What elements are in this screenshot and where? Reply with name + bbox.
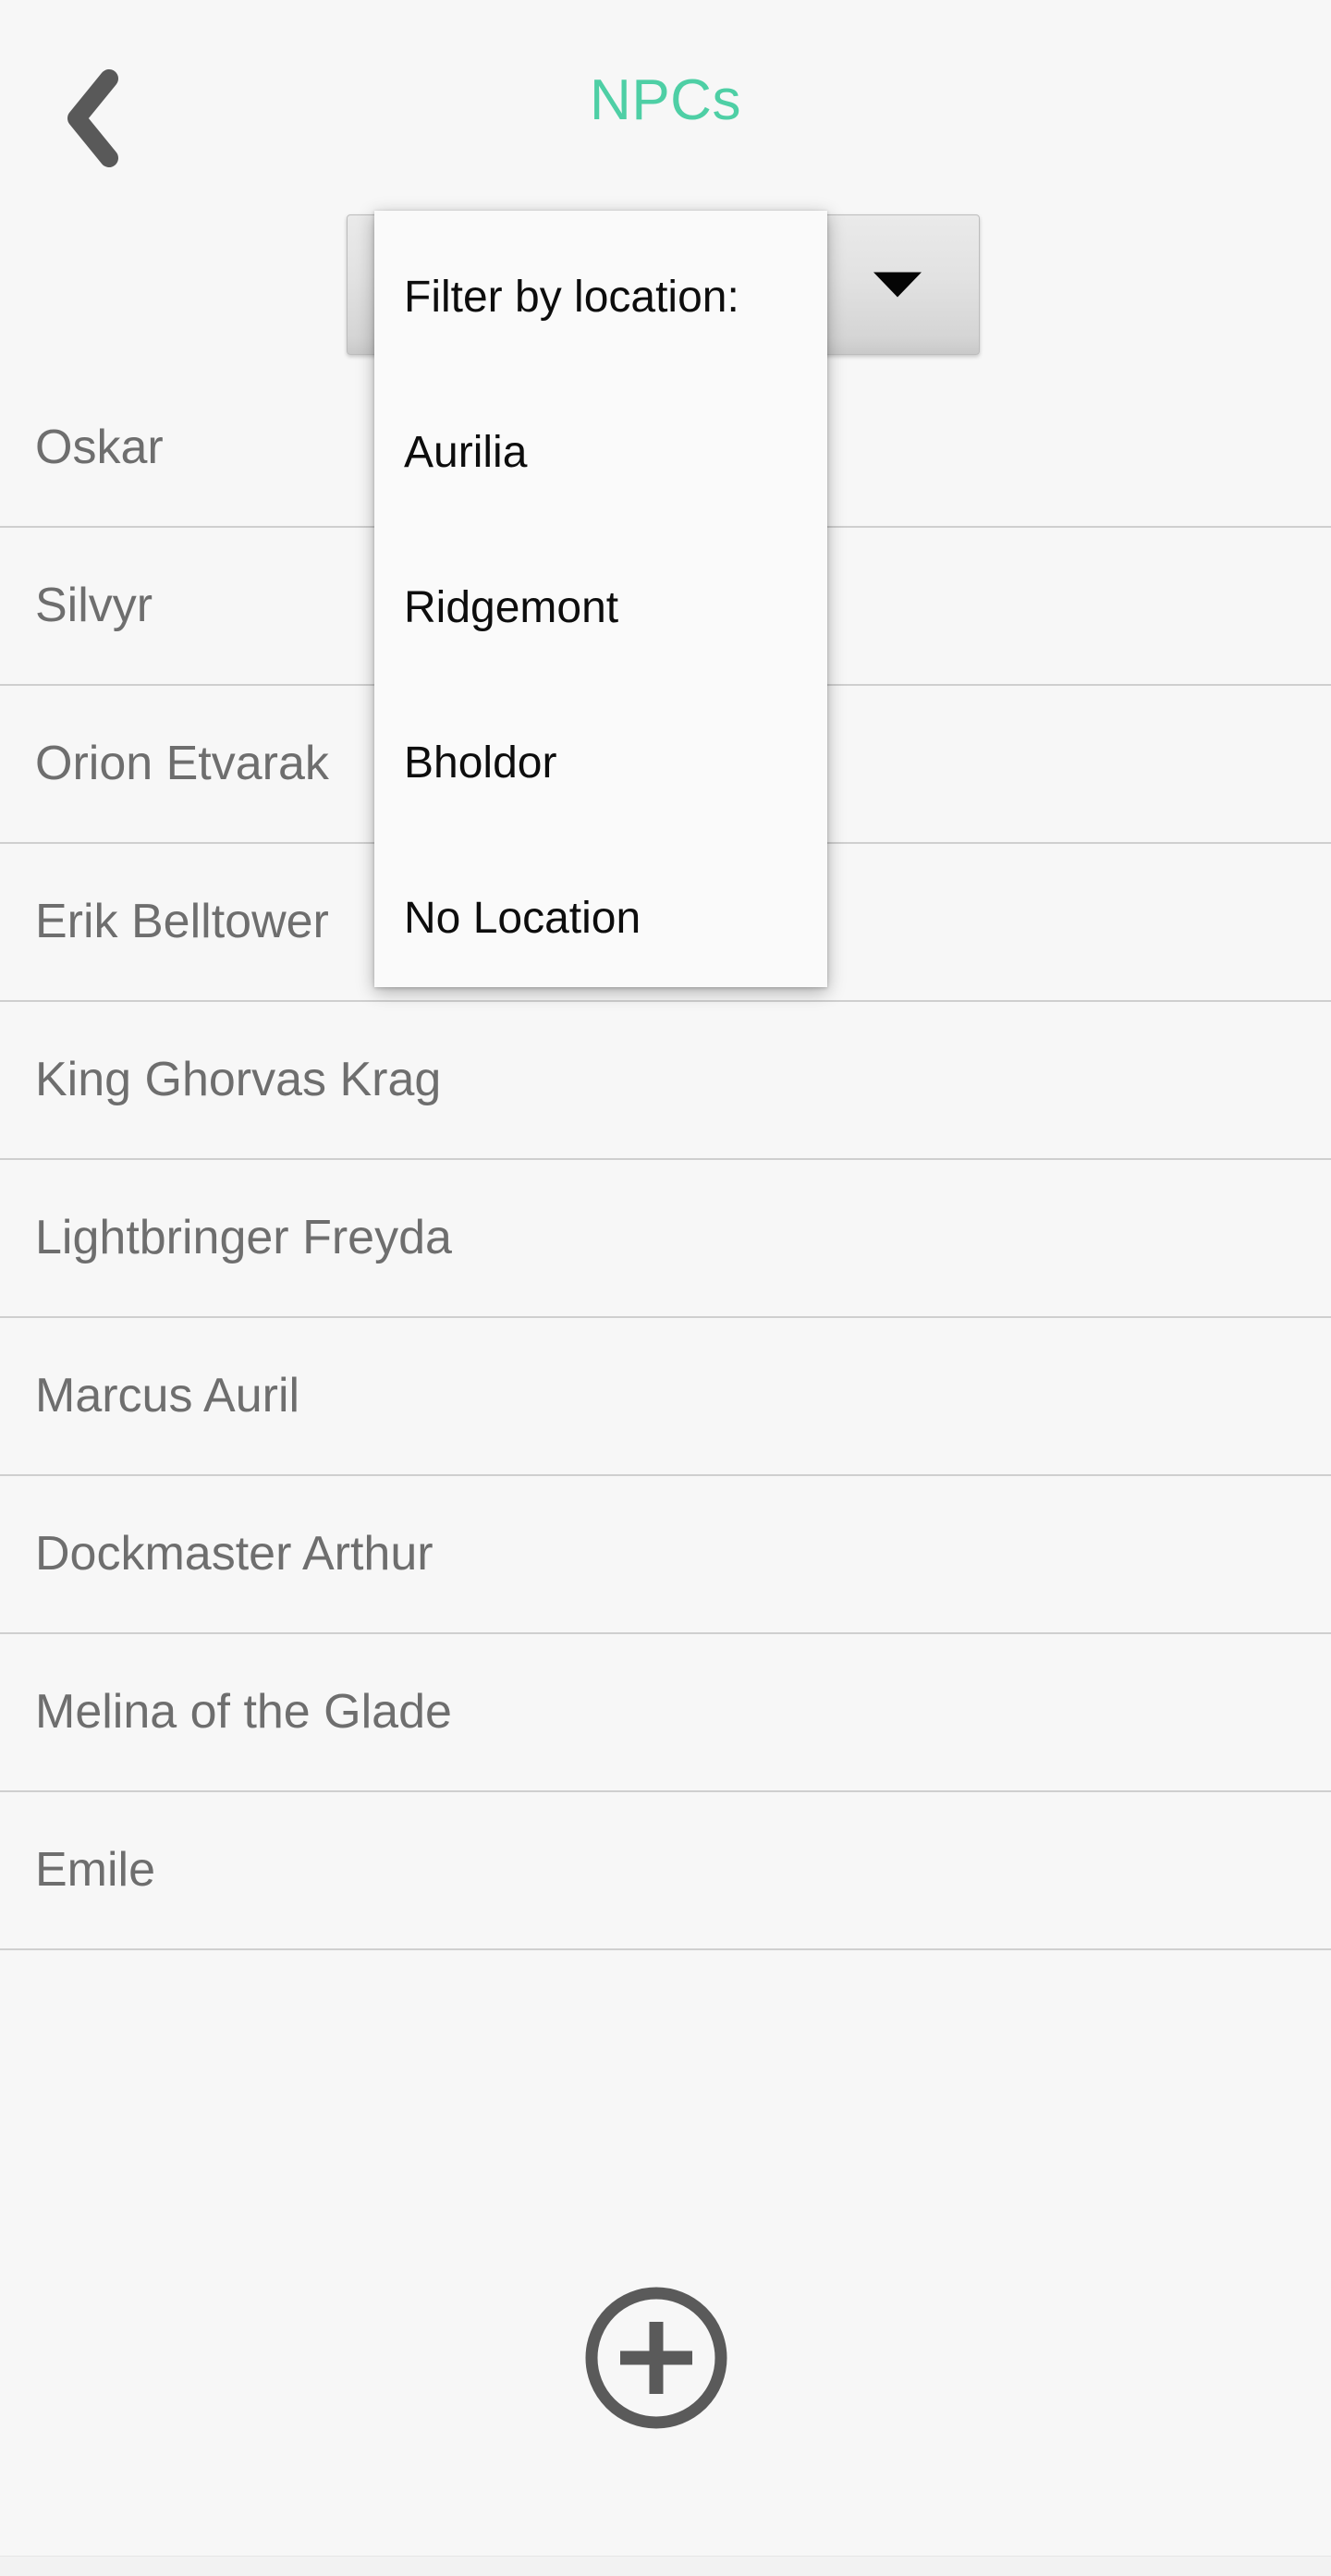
- npc-name: Silvyr: [35, 579, 153, 632]
- dropdown-option-label: Aurilia: [404, 427, 528, 477]
- dropdown-option-bholdor[interactable]: Bholdor: [374, 686, 827, 841]
- npc-name: Marcus Auril: [35, 1369, 300, 1422]
- npc-list-item[interactable]: Melina of the Glade: [0, 1634, 1331, 1792]
- dropdown-option-label: Ridgemont: [404, 582, 619, 632]
- npc-name: King Ghorvas Krag: [35, 1053, 442, 1106]
- dropdown-option-aurilia[interactable]: Aurilia: [374, 375, 827, 531]
- dropdown-option-no-location[interactable]: No Location: [374, 841, 827, 996]
- add-npc-button[interactable]: [580, 2281, 733, 2435]
- bottom-safe-area: [0, 2556, 1331, 2576]
- plus-circle-icon: [580, 2281, 733, 2435]
- npc-list-item[interactable]: Marcus Auril: [0, 1318, 1331, 1476]
- npc-list-item[interactable]: Lightbringer Freyda: [0, 1160, 1331, 1318]
- npc-list-item[interactable]: Dockmaster Arthur: [0, 1476, 1331, 1634]
- dropdown-option-label: Bholdor: [404, 738, 557, 787]
- npc-name: Erik Belltower: [35, 895, 329, 948]
- npc-name: Melina of the Glade: [35, 1685, 452, 1739]
- dropdown-header-label: Filter by location:: [404, 272, 739, 322]
- npc-name: Dockmaster Arthur: [35, 1527, 433, 1581]
- dropdown-header: Filter by location:: [374, 220, 827, 375]
- npc-screen: NPCs Oskar Silvyr Orion Etvarak Erik Bel…: [0, 0, 1331, 2576]
- location-filter-dropdown[interactable]: Filter by location: Aurilia Ridgemont Bh…: [374, 211, 827, 987]
- dropdown-option-label: No Location: [404, 893, 641, 943]
- npc-list-item[interactable]: King Ghorvas Krag: [0, 1002, 1331, 1160]
- npc-name: Oskar: [35, 421, 164, 474]
- dropdown-option-ridgemont[interactable]: Ridgemont: [374, 531, 827, 686]
- npc-name: Orion Etvarak: [35, 737, 329, 790]
- app-header: NPCs: [0, 0, 1331, 199]
- npc-name: Lightbringer Freyda: [35, 1211, 452, 1264]
- npc-name: Emile: [35, 1843, 156, 1897]
- triangle-down-icon: [873, 272, 922, 298]
- page-title: NPCs: [590, 68, 741, 132]
- npc-list-item[interactable]: Emile: [0, 1792, 1331, 1950]
